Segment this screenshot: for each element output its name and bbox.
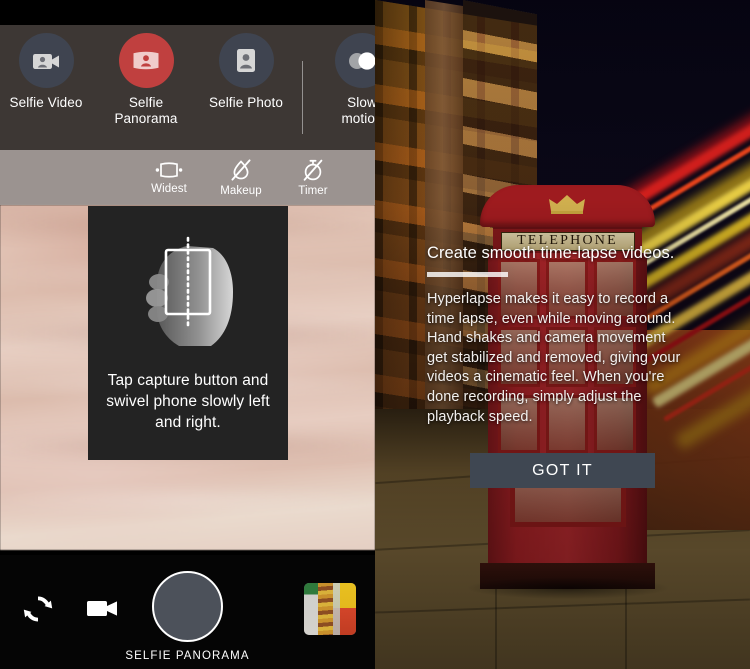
gallery-thumbnail[interactable] bbox=[304, 583, 356, 635]
makeup-off-icon bbox=[231, 159, 251, 181]
mode-group-divider bbox=[302, 61, 303, 134]
camera-options-bar: Widest Makeup Timer bbox=[0, 150, 375, 205]
switch-camera-icon[interactable] bbox=[19, 590, 57, 628]
headline-rule bbox=[427, 272, 508, 277]
onboarding-overlay: Create smooth time-lapse videos. Hyperla… bbox=[375, 0, 750, 669]
selfie-panorama-icon bbox=[118, 33, 174, 88]
option-widest[interactable]: Widest bbox=[133, 160, 205, 195]
option-makeup[interactable]: Makeup bbox=[205, 158, 277, 197]
option-label: Timer bbox=[298, 185, 328, 197]
selfie-video-icon bbox=[18, 33, 74, 88]
mode-label: Selfie Panorama bbox=[114, 95, 178, 126]
option-timer[interactable]: Timer bbox=[277, 158, 349, 197]
mode-item-selfie-panorama[interactable]: Selfie Panorama bbox=[100, 33, 192, 127]
app-root: Tap capture button and swivel phone slow… bbox=[0, 0, 750, 669]
camera-bottom-bar: SELFIE PANORAMA bbox=[0, 555, 375, 669]
mode-label: Selfie Photo bbox=[209, 95, 283, 110]
mode-label: Slow motion bbox=[341, 95, 375, 126]
mode-label: Selfie Video bbox=[9, 95, 83, 110]
got-it-button[interactable]: GOT IT bbox=[470, 453, 655, 488]
capture-button[interactable] bbox=[152, 571, 223, 642]
camera-panel: Tap capture button and swivel phone slow… bbox=[0, 0, 375, 669]
mode-item-selfie-photo[interactable]: Selfie Photo bbox=[200, 33, 292, 111]
instruction-card: Tap capture button and swivel phone slow… bbox=[88, 206, 288, 460]
capture-mode-label: SELFIE PANORAMA bbox=[125, 650, 250, 662]
widest-icon bbox=[155, 162, 183, 178]
mode-item-selfie-video[interactable]: Selfie Video bbox=[0, 33, 92, 111]
mode-item-slow-motion[interactable]: Slow motion bbox=[316, 33, 375, 127]
onboarding-headline: Create smooth time-lapse videos. bbox=[427, 244, 675, 262]
slow-motion-icon bbox=[334, 33, 375, 88]
hyperlapse-onboarding-panel: TELEPHONE Create smooth time-lapse vid bbox=[375, 0, 750, 669]
option-label: Widest bbox=[151, 183, 187, 195]
onboarding-body-text: Hyperlapse makes it easy to record a tim… bbox=[427, 291, 681, 425]
hand-holding-phone-swivel-icon bbox=[113, 224, 263, 362]
instruction-text: Tap capture button and swivel phone slow… bbox=[106, 372, 270, 431]
mode-selector-strip: Selfie Video Selfie Panorama Selfie Phot… bbox=[0, 25, 375, 150]
selfie-photo-icon bbox=[218, 33, 274, 88]
option-label: Makeup bbox=[220, 185, 262, 197]
timer-off-icon bbox=[303, 159, 323, 181]
video-camera-icon[interactable] bbox=[86, 595, 118, 621]
